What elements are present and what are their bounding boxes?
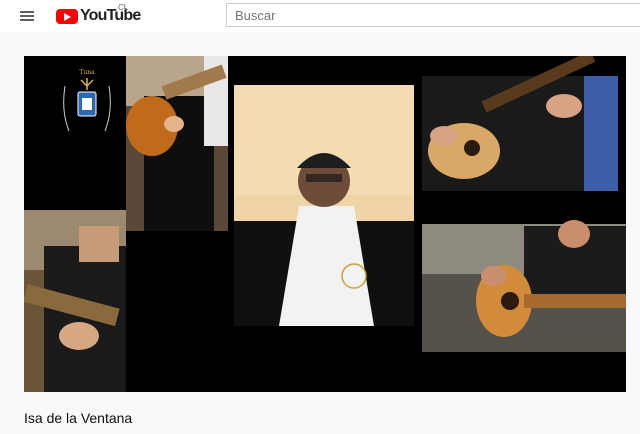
play-icon xyxy=(56,8,78,24)
video-title: Isa de la Ventana xyxy=(24,410,133,426)
search-input[interactable] xyxy=(227,4,640,26)
menu-icon[interactable] xyxy=(16,6,38,26)
video-player[interactable]: Tuna xyxy=(24,56,626,392)
video-frame: Tuna xyxy=(24,56,626,392)
tile-mandolin xyxy=(126,56,228,231)
group-emblem: Tuna xyxy=(24,56,126,206)
country-code: CL xyxy=(118,3,129,12)
tile-guitar-top-right xyxy=(422,56,618,191)
tile-singer xyxy=(234,85,414,326)
tile-guitar-left xyxy=(24,210,126,392)
emblem-top-text: Tuna xyxy=(79,69,95,76)
tile-guitar-bottom-right xyxy=(422,220,626,352)
search-box[interactable] xyxy=(226,3,640,27)
logo-text: YouTube xyxy=(80,7,141,24)
masthead: YouTube CL xyxy=(0,0,640,32)
